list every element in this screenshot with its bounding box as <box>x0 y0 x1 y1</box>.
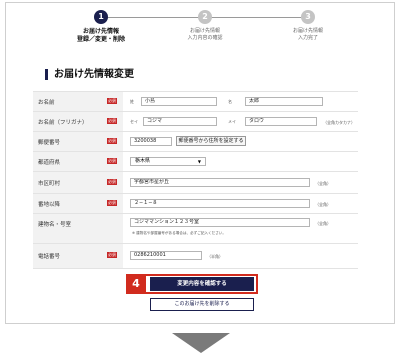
name-label: お名前 <box>38 100 55 106</box>
step-3-label: お届け先情報 入力完了 <box>292 28 323 41</box>
step-2-label: お届け先情報 入力内容の確認 <box>187 28 223 41</box>
delete-address-button[interactable]: このお届け先を削除する <box>150 298 254 311</box>
row-kana: お名前（フリガナ） 必須 セイ コジマ メイ タロウ （全角カタカナ） <box>33 111 358 132</box>
required-badge: 必須 <box>107 179 117 185</box>
tel-note: （半角） <box>207 254 223 259</box>
prefecture-value: 栃木県 <box>135 158 151 164</box>
mei-prefix: 名 <box>228 99 232 104</box>
last-name-kana-input[interactable]: コジマ <box>143 117 217 126</box>
row-building: 建物名・号室 コジママンション１２３号室 （全角） ※ 建物名や部屋番号がある場… <box>33 213 358 244</box>
city-label: 市区町村 <box>38 181 61 187</box>
step-connector <box>205 17 301 18</box>
city-note: （全角） <box>315 181 331 186</box>
building-label: 建物名・号室 <box>38 222 72 228</box>
building-input[interactable]: コジママンション１２３号室 <box>130 218 310 227</box>
sei-prefix: 姓 <box>130 99 134 104</box>
pref-label: 都道府県 <box>38 160 61 166</box>
required-badge: 必須 <box>107 118 117 124</box>
row-pref: 都道府県 必須 栃木県 ▼ <box>33 151 358 172</box>
zip-lookup-button[interactable]: 郵便番号から住所を設定する <box>176 136 246 146</box>
chevron-down-icon: ▼ <box>197 159 201 164</box>
addr-note: （全角） <box>315 202 331 207</box>
callout-number: 4 <box>126 274 146 294</box>
building-note: （全角） <box>315 221 331 226</box>
kana-label: お名前（フリガナ） <box>38 120 88 126</box>
building-hint: ※ 建物名や部屋番号がある場合は、必ずご記入ください。 <box>132 231 226 235</box>
row-tel: 電話番号 必須 0286210001 （半角） <box>33 243 358 269</box>
required-badge: 必須 <box>107 252 117 258</box>
step-1-circle: 1 <box>94 10 108 24</box>
required-badge: 必須 <box>107 138 117 144</box>
row-city: 市区町村 必須 宇都宮市星が丘 （全角） <box>33 171 358 194</box>
zip-input[interactable]: 3200038 <box>130 137 172 146</box>
sei-kana-prefix: セイ <box>130 119 138 124</box>
zip-label: 郵便番号 <box>38 140 61 146</box>
prefecture-select[interactable]: 栃木県 ▼ <box>130 157 206 166</box>
down-arrow-icon <box>172 333 230 353</box>
required-badge: 必須 <box>107 98 117 104</box>
confirm-changes-button[interactable]: 変更内容を確認する <box>150 277 254 291</box>
step-1-label: お届け先情報 登録／変更・削除 <box>76 28 125 43</box>
row-zip: 郵便番号 必須 3200038 郵便番号から住所を設定する <box>33 131 358 152</box>
street-input[interactable]: ２−１−８ <box>130 199 310 208</box>
section-title: お届け先情報変更 <box>45 69 134 80</box>
step-3-circle: 3 <box>301 10 315 24</box>
step-2-circle: 2 <box>198 10 212 24</box>
row-addr: 番地以降 必須 ２−１−８ （全角） <box>33 193 358 214</box>
mei-kana-prefix: メイ <box>228 119 236 124</box>
tel-label: 電話番号 <box>38 254 61 260</box>
row-name: お名前 必須 姓 小島 名 太郎 <box>33 91 358 112</box>
first-name-input[interactable]: 太郎 <box>245 97 323 106</box>
required-badge: 必須 <box>107 200 117 206</box>
required-badge: 必須 <box>107 158 117 164</box>
addr-label: 番地以降 <box>38 202 61 208</box>
step-connector <box>101 17 201 18</box>
step-indicator: 1 お届け先情報 登録／変更・削除 2 お届け先情報 入力内容の確認 3 お届け… <box>6 3 396 59</box>
kana-note: （全角カタカナ） <box>323 120 355 125</box>
first-name-kana-input[interactable]: タロウ <box>245 117 317 126</box>
phone-input[interactable]: 0286210001 <box>130 251 202 260</box>
last-name-input[interactable]: 小島 <box>141 97 217 106</box>
city-input[interactable]: 宇都宮市星が丘 <box>130 178 310 187</box>
